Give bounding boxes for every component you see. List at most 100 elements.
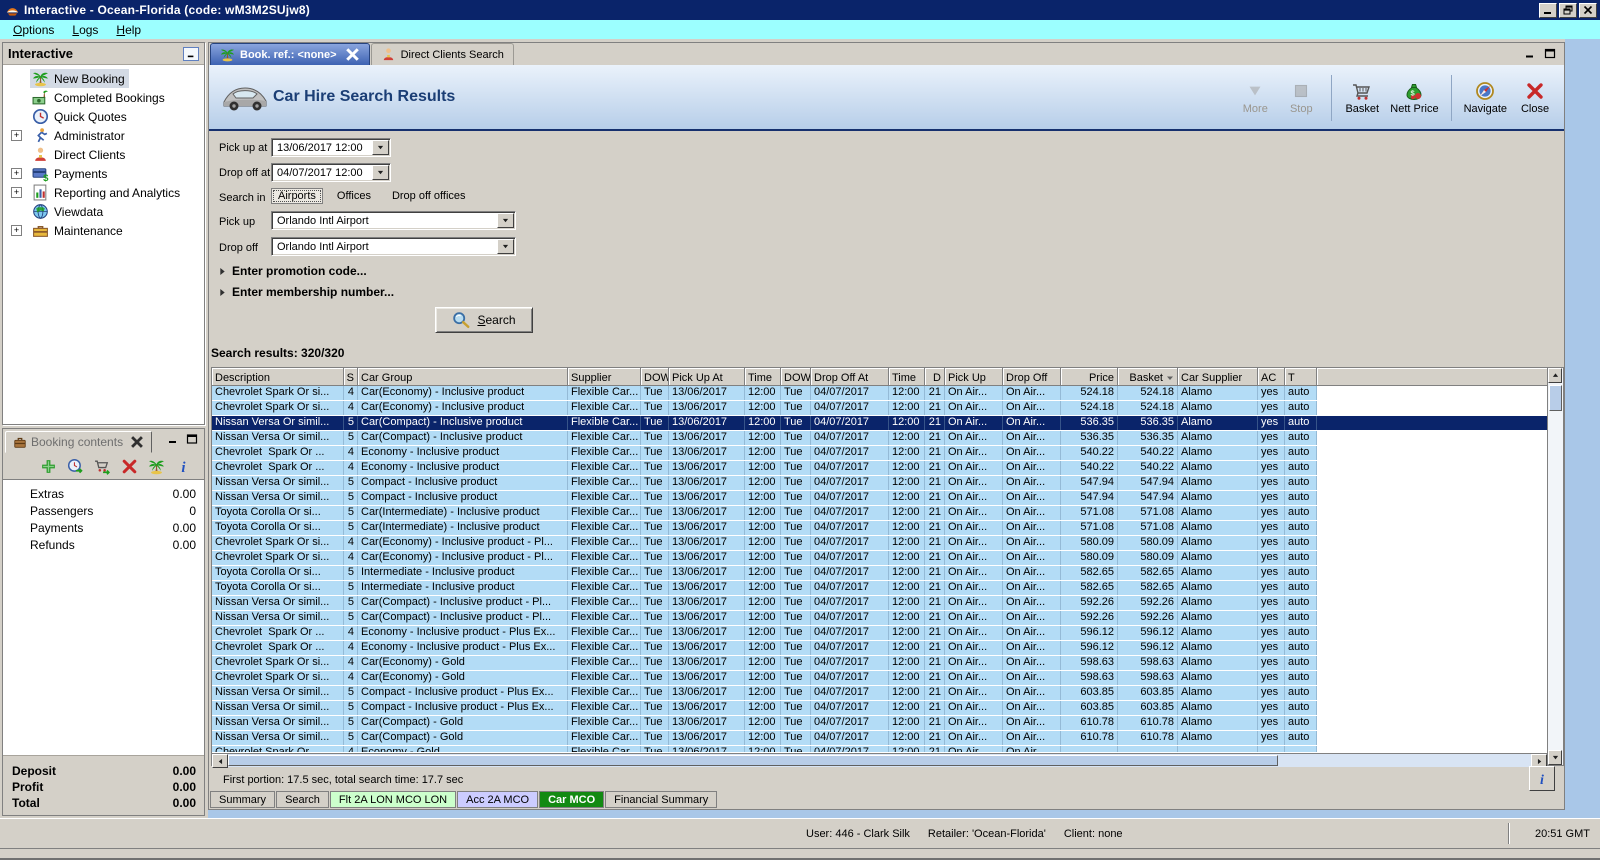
sidebar-item-payments[interactable]: + $ Payments — [3, 164, 204, 183]
expand-plus-icon[interactable]: + — [11, 168, 22, 179]
menu-options[interactable]: Options — [4, 22, 63, 38]
column-header-car-supplier[interactable]: Car Supplier — [1178, 368, 1258, 386]
tab-booking-contents[interactable]: Booking contents — [5, 431, 153, 453]
column-header-drop-off-at[interactable]: Drop Off At — [811, 368, 889, 386]
delete-icon[interactable] — [121, 458, 138, 475]
quick-quote-icon[interactable] — [67, 458, 84, 475]
column-header-pick-up[interactable]: Pick Up — [945, 368, 1003, 386]
table-row[interactable]: Chevrolet Spark Or si... 4 Car(Economy) - … — [212, 551, 1547, 566]
dropoff-at-field[interactable]: 04/07/2017 12:00 — [271, 163, 391, 182]
table-row[interactable]: Chevrolet Spark Or ... 4 Economy - Gold Fle… — [212, 746, 1547, 753]
booking-row-payments[interactable]: Payments 0.00 — [3, 519, 204, 536]
pickup-at-field[interactable]: 13/06/2017 12:00 — [271, 138, 391, 157]
nett-price-button[interactable]: $ Nett Price — [1385, 71, 1443, 125]
membership-number-expander[interactable]: Enter membership number... — [219, 285, 394, 299]
sidebar-item-maintenance[interactable]: + Maintenance — [3, 221, 204, 240]
column-header-description[interactable]: Description — [212, 368, 344, 386]
booking-row-passengers[interactable]: Passengers 0 — [3, 502, 204, 519]
table-row[interactable]: Toyota Corolla Or si... 5 Car(Intermediate… — [212, 521, 1547, 536]
horizontal-scroll-thumb[interactable] — [228, 755, 1278, 766]
tab-flt-2a-lon-mco-lon[interactable]: Flt 2A LON MCO LON — [329, 791, 457, 808]
sidebar-item-administrator[interactable]: + Administrator — [3, 126, 204, 145]
booking-row-refunds[interactable]: Refunds 0.00 — [3, 536, 204, 553]
table-row[interactable]: Chevrolet Spark Or si... 4 Car(Economy) - … — [212, 536, 1547, 551]
menu-help[interactable]: Help — [107, 22, 150, 38]
pickup-field[interactable]: Orlando Intl Airport — [271, 211, 516, 230]
pickup-dropdown-button[interactable] — [497, 213, 514, 228]
vertical-scroll-thumb[interactable] — [1549, 385, 1562, 411]
table-row[interactable]: Toyota Corolla Or si... 5 Intermediate - I… — [212, 566, 1547, 581]
booking-row-extras[interactable]: Extras 0.00 — [3, 485, 204, 502]
table-row[interactable]: Nissan Versa Or simil... 5 Car(Compact) - … — [212, 611, 1547, 626]
scroll-up-button[interactable] — [1548, 368, 1562, 383]
column-header-ac[interactable]: AC — [1258, 368, 1285, 386]
tab-direct-clients-search[interactable]: Direct Clients Search — [370, 43, 514, 65]
add-item-icon[interactable] — [40, 458, 57, 475]
column-header-t[interactable]: T — [1285, 368, 1317, 386]
scroll-down-button[interactable] — [1548, 750, 1562, 765]
tab-summary[interactable]: Summary — [210, 791, 276, 808]
pickup-at-dropdown-button[interactable] — [372, 140, 389, 155]
column-header-dow[interactable]: DOW — [781, 368, 811, 386]
table-row[interactable]: Chevrolet Spark Or ... 4 Economy - Inclusi… — [212, 446, 1547, 461]
sidebar-item-completed-bookings[interactable]: Completed Bookings — [3, 88, 204, 107]
table-row[interactable]: Nissan Versa Or simil... 5 Compact - Inclu… — [212, 491, 1547, 506]
sidebar-item-direct-clients[interactable]: Direct Clients — [3, 145, 204, 164]
table-row[interactable]: Chevrolet Spark Or si... 4 Car(Economy) - … — [212, 656, 1547, 671]
search-button[interactable]: Search — [435, 307, 533, 333]
table-row[interactable]: Chevrolet Spark Or si... 4 Car(Economy) - … — [212, 671, 1547, 686]
close-tab-icon[interactable] — [130, 435, 144, 449]
expand-plus-icon[interactable]: + — [11, 225, 22, 236]
table-row[interactable]: Nissan Versa Or simil... 5 Car(Compact) - … — [212, 716, 1547, 731]
expand-plus-icon[interactable]: + — [11, 187, 22, 198]
column-header-drop-off[interactable]: Drop Off — [1003, 368, 1061, 386]
collapse-panel-button[interactable] — [183, 46, 199, 61]
table-row[interactable]: Nissan Versa Or simil... 5 Car(Compact) - … — [212, 431, 1547, 446]
column-header-time[interactable]: Time — [745, 368, 781, 386]
info-button[interactable]: i — [1529, 766, 1555, 791]
sidebar-item-viewdata[interactable]: Viewdata — [3, 202, 204, 221]
sidebar-item-quick-quotes[interactable]: Quick Quotes — [3, 107, 204, 126]
column-header-d[interactable]: D — [925, 368, 945, 386]
table-row[interactable]: Nissan Versa Or simil... 5 Compact - Inclu… — [212, 476, 1547, 491]
sidebar-item-new-booking[interactable]: New Booking — [3, 69, 204, 88]
table-row[interactable]: Nissan Versa Or simil... 5 Car(Compact) - … — [212, 596, 1547, 611]
column-header-pick-up-at[interactable]: Pick Up At — [669, 368, 745, 386]
table-row[interactable]: Chevrolet Spark Or si... 4 Car(Economy) - … — [212, 401, 1547, 416]
search-in-drop-off-offices[interactable]: Drop off offices — [385, 188, 473, 204]
table-row[interactable]: Nissan Versa Or simil... 5 Compact - Inclu… — [212, 701, 1547, 716]
column-header-time[interactable]: Time — [889, 368, 925, 386]
column-header-s[interactable]: S — [344, 368, 358, 386]
info-icon[interactable]: i — [175, 458, 192, 474]
dropoff-at-dropdown-button[interactable] — [372, 165, 389, 180]
expand-plus-icon[interactable]: + — [11, 130, 22, 141]
tab-close-icon[interactable] — [345, 47, 360, 62]
add-to-basket-icon[interactable] — [94, 458, 111, 475]
promotion-code-expander[interactable]: Enter promotion code... — [219, 264, 367, 278]
table-row[interactable]: Chevrolet Spark Or ... 4 Economy - Inclusi… — [212, 641, 1547, 656]
dropoff-dropdown-button[interactable] — [497, 239, 514, 254]
column-header-price[interactable]: Price — [1061, 368, 1118, 386]
close-button[interactable]: Close — [1512, 71, 1558, 125]
panel-maximize-icon[interactable] — [186, 434, 198, 444]
main-panel-minimize-icon[interactable] — [1524, 48, 1536, 59]
close-window-button[interactable] — [1579, 2, 1597, 18]
tab-financial-summary[interactable]: Financial Summary — [605, 791, 718, 808]
main-panel-maximize-icon[interactable] — [1544, 48, 1556, 59]
tab-car-mco[interactable]: Car MCO — [539, 791, 605, 808]
table-row[interactable]: Chevrolet Spark Or si... 4 Car(Economy) - … — [212, 386, 1547, 401]
table-row[interactable]: Chevrolet Spark Or ... 4 Economy - Inclusi… — [212, 461, 1547, 476]
new-booking-palm-icon[interactable] — [148, 458, 165, 475]
vertical-scrollbar[interactable] — [1547, 368, 1563, 765]
column-header-supplier[interactable]: Supplier — [568, 368, 641, 386]
table-row[interactable]: Toyota Corolla Or si... 5 Car(Intermediate… — [212, 506, 1547, 521]
table-row[interactable]: Chevrolet Spark Or ... 4 Economy - Inclusi… — [212, 626, 1547, 641]
table-row[interactable]: Toyota Corolla Or si... 5 Intermediate - I… — [212, 581, 1547, 596]
column-header-car-group[interactable]: Car Group — [358, 368, 568, 386]
column-header-basket[interactable]: Basket — [1118, 368, 1178, 386]
table-row[interactable]: Nissan Versa Or simil... 5 Car(Compact) - … — [212, 416, 1547, 431]
table-row[interactable]: Nissan Versa Or simil... 5 Car(Compact) - … — [212, 731, 1547, 746]
tab-book-ref-none[interactable]: Book. ref.: <none> — [210, 43, 370, 65]
tab-search[interactable]: Search — [276, 791, 329, 808]
sidebar-item-reporting-and-analytics[interactable]: + Reporting and Analytics — [3, 183, 204, 202]
